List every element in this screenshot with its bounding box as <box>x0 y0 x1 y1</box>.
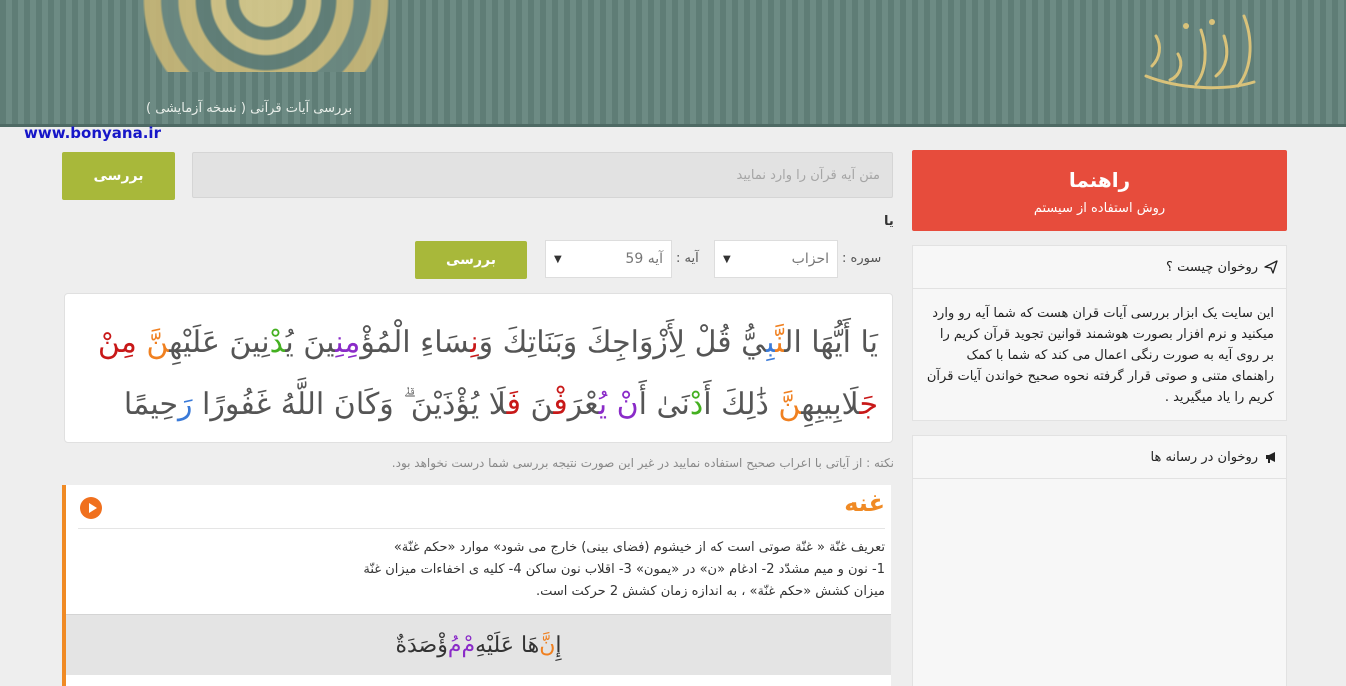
note-text: نکته : از آیاتی با اعراب صحیح استفاده نم… <box>391 456 894 470</box>
rule-line: میزان کشش «حکم غنّة» ، به اندازه زمان کش… <box>535 584 885 599</box>
verse-text: ؤْصَدَةٌ <box>395 632 448 658</box>
media-title: روخوان در رسانه ها <box>1150 449 1258 465</box>
verse-text: لَا يُؤْذَيْنَ ۗ وَكَانَ اللَّهُ غَفُورً… <box>192 387 507 422</box>
verse-text: يَا أَيُّهَا ال <box>784 325 878 360</box>
rule-line: تعریف غنّة « غنّة صوتی است که از خیشوم (… <box>393 540 885 555</box>
guide-subtitle: روش استفاده از سیستم <box>1033 201 1166 216</box>
surah-label: سوره : <box>842 251 882 266</box>
tajweed-highlight: نْ يُ <box>598 387 639 422</box>
verse-display: يَا أَيُّهَا النَّبِيُّ قُلْ لِأَزْوَاجِ… <box>64 293 893 443</box>
tajweed-highlight: بِ <box>766 325 776 360</box>
verse-text: ينَ يُ <box>285 325 336 360</box>
tajweed-highlight: نَّ <box>775 325 785 360</box>
guide-title: راهنما <box>1068 168 1131 192</box>
ayah-select-value: آیه 59 <box>625 251 663 267</box>
about-title: روخوان چیست ؟ <box>1166 259 1258 275</box>
tajweed-highlight: مْ <box>461 632 476 658</box>
site-header: بررسی آیات قرآنی ( نسخه آزمایشی ) <box>0 0 1346 127</box>
tajweed-rule-panel: غنه تعریف غنّة « غنّة صوتی است که از خیش… <box>62 485 891 686</box>
verse-text: سَاءِ الْمُؤْ <box>360 325 471 360</box>
check-verse-button[interactable]: بررسی <box>62 152 175 200</box>
verse-text: ذَٰلِكَ أَ <box>703 387 779 422</box>
rule-description: تعریف غنّة « غنّة صوتی است که از خیشوم (… <box>105 537 885 603</box>
verse-text: إِ <box>555 632 562 658</box>
verse-text: نِينَ عَلَيْهِ <box>169 325 270 360</box>
rule-line: 1- نون و میم مشدّد 2- ادغام «ن» در «یمون… <box>363 562 885 577</box>
tajweed-highlight: مِنْ <box>97 325 137 360</box>
verse-text: نَ <box>520 387 554 422</box>
tajweed-highlight: فْ <box>553 387 568 422</box>
verse-text: عْرَ <box>567 387 599 422</box>
surah-select-value: احزاب <box>791 251 829 267</box>
divider <box>78 528 885 529</box>
tajweed-highlight: فَ <box>506 387 521 422</box>
verse-input-placeholder: متن آیه قرآن را وارد نمایید <box>736 167 881 183</box>
tajweed-highlight: دْ <box>689 387 704 422</box>
or-label: یا <box>884 214 894 229</box>
guide-button[interactable]: راهنما روش استفاده از سیستم <box>912 150 1287 231</box>
about-card: روخوان چیست ؟ این سایت یک ابزار بررسی آی… <box>912 245 1287 421</box>
verse-text: هَا عَلَيْهِ <box>475 632 540 658</box>
rule-example: إِ نَّ هَا عَلَيْهِ مْ مُ ؤْصَدَةٌ <box>66 614 891 675</box>
ayah-select[interactable]: ▼ آیه 59 <box>545 240 672 278</box>
tajweed-highlight: دْ <box>269 325 286 360</box>
verse-input[interactable]: متن آیه قرآن را وارد نمایید <box>192 152 893 198</box>
rule-title: غنه <box>844 489 885 517</box>
watermark-url[interactable]: www.bonyana.ir <box>24 124 161 142</box>
tajweed-highlight: نَّ <box>778 387 802 422</box>
surah-select[interactable]: ▼ احزاب <box>714 240 838 278</box>
tajweed-highlight: مُ <box>447 632 462 658</box>
ayah-label: : آیه <box>676 251 699 266</box>
tajweed-highlight: جَ <box>859 387 878 422</box>
verse-text: يُّ قُلْ لِأَزْوَاجِكَ وَبَنَاتِكَ وَ <box>478 325 767 360</box>
chevron-down-icon: ▼ <box>723 253 731 265</box>
site-subtitle: بررسی آیات قرآنی ( نسخه آزمایشی ) <box>146 101 353 116</box>
paper-plane-icon <box>1264 260 1278 274</box>
about-body: این سایت یک ابزار بررسی آیات قران هست که… <box>926 306 1274 405</box>
verse-text: حِيمًا <box>123 387 179 422</box>
header-ornament <box>62 0 470 72</box>
check-ayah-button[interactable]: بررسی <box>415 241 527 279</box>
about-card-header: روخوان چیست ؟ <box>913 246 1286 289</box>
chevron-down-icon: ▼ <box>554 253 562 265</box>
tajweed-highlight: مِنِ <box>335 325 361 360</box>
site-logo[interactable] <box>1126 6 1264 106</box>
tajweed-highlight: نَّ <box>146 325 170 360</box>
media-card-header: روخوان در رسانه ها <box>913 436 1286 479</box>
megaphone-icon <box>1266 452 1275 463</box>
play-audio-icon[interactable] <box>80 497 102 519</box>
tajweed-highlight: رَ <box>178 387 193 422</box>
tajweed-highlight: نَّ <box>539 632 556 658</box>
verse-text <box>137 325 147 360</box>
media-card: روخوان در رسانه ها <box>912 435 1287 686</box>
verse-text: لَابِيبِهِ <box>801 387 860 422</box>
verse-text: نَىٰ أَ <box>638 387 690 422</box>
tajweed-highlight: نِ <box>470 325 479 360</box>
